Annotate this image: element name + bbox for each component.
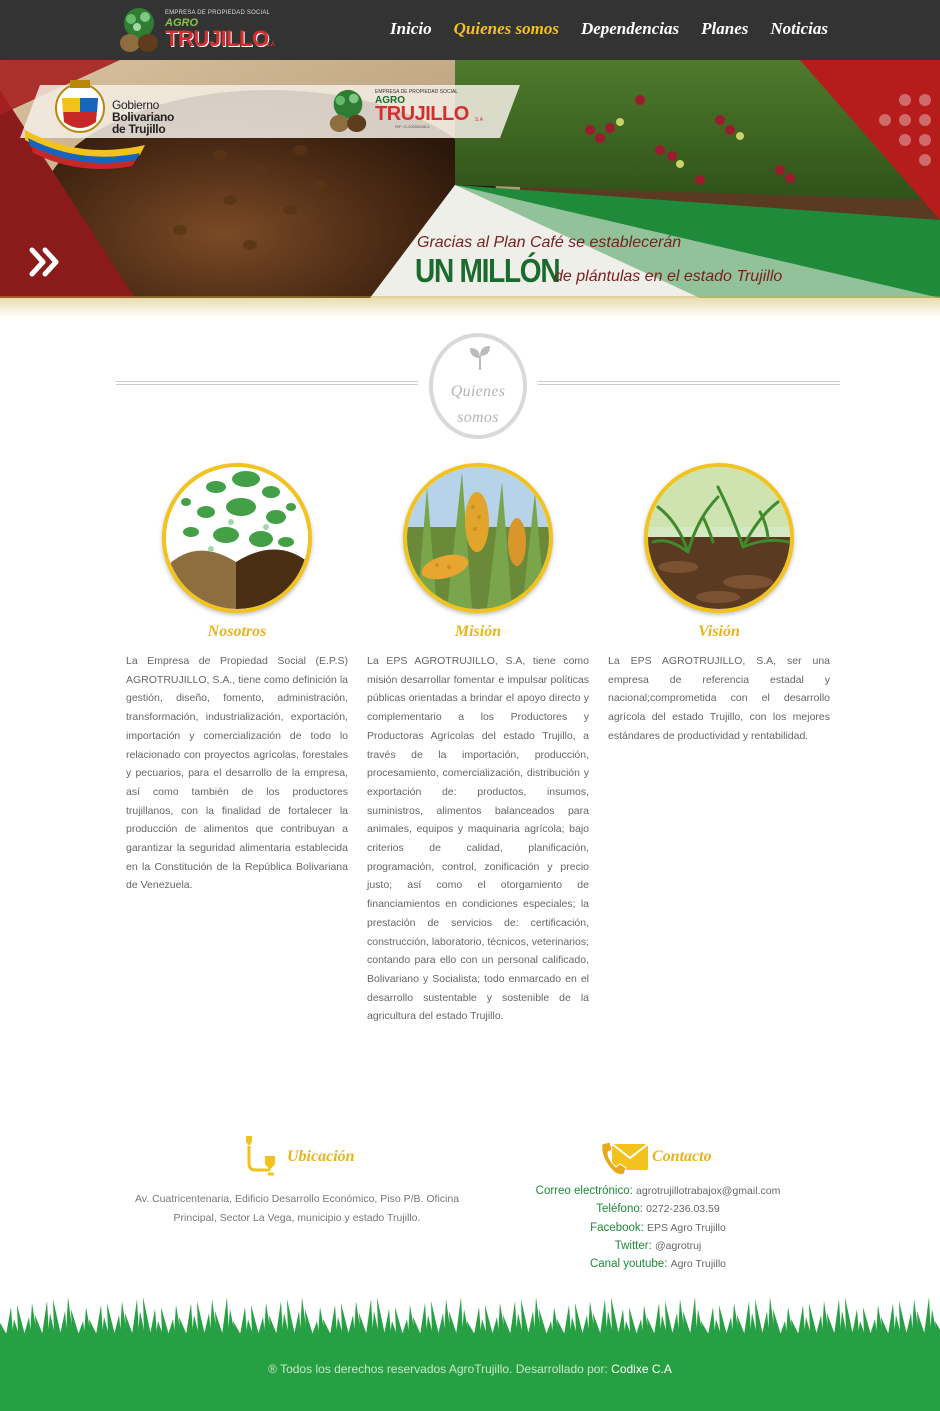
mision-text: La EPS AGROTRUJILLO, S.A, tiene como mis… — [367, 655, 589, 1023]
contact-phone-value[interactable]: 0272-236.03.59 — [646, 1203, 720, 1215]
phone-envelope-icon — [601, 1141, 649, 1176]
hero-banner: Gobierno Bolivariano de Trujillo EMPRESA D… — [0, 60, 940, 298]
vision-text: La EPS AGROTRUJILLO, S.A, ser una empres… — [608, 655, 830, 742]
contact-twitter-value[interactable]: @agrotruj — [655, 1240, 701, 1252]
map-pin-icon — [246, 1136, 275, 1176]
section-title-badge: Quienes somos — [429, 333, 527, 439]
contact-facebook-label: Facebook: — [590, 1221, 644, 1234]
contact-youtube-label: Canal youtube: — [589, 1258, 668, 1271]
nosotros-image — [162, 463, 312, 613]
seedlings-photo — [648, 467, 790, 609]
government-line3: de Trujillo — [112, 122, 166, 136]
contact-facebook-value[interactable]: EPS Agro Trujillo — [647, 1222, 726, 1234]
government-label: Gobierno Bolivariano de Trujillo — [112, 99, 174, 135]
logo-sa: S.A — [265, 42, 276, 48]
vision-title: Visión — [698, 623, 740, 640]
nosotros-text: La Empresa de Propiedad Social (E.P.S) A… — [126, 655, 348, 892]
contact-twitter-label: Twitter: — [614, 1239, 652, 1252]
corn-photo — [407, 467, 549, 609]
section-divider-right — [538, 381, 840, 385]
mision-title: Misión — [454, 623, 502, 640]
location-address: Av. Cuatricentenaria, Edificio Desarroll… — [134, 1193, 460, 1224]
hero-logo-trujillo: TRUJILLO — [375, 103, 469, 125]
footer-copyright: ® Todos los derechos reservados AgroTruj… — [0, 1362, 940, 1376]
logo-trujillo: TRUJILLO — [165, 26, 269, 51]
logo-tree-icon — [120, 8, 158, 52]
copyright-text: ® Todos los derechos reservados AgroTruj… — [268, 1362, 608, 1376]
animals-illustration — [166, 467, 308, 609]
contact-row-youtube: Canal youtube: Agro Trujillo — [478, 1255, 838, 1273]
nav-dependencias[interactable]: Dependencias — [581, 19, 679, 39]
hero-headline-line2: UN MILLÓN — [415, 252, 561, 289]
contact-row-email: Correo electrónico: agrotrujillotrabajox… — [478, 1182, 838, 1200]
nosotros-title: Nosotros — [207, 623, 267, 640]
contact-row-phone: Teléfono: 0272-236.03.59 — [478, 1200, 838, 1218]
hero-headline-line1: Gracias al Plan Café se establecerán — [417, 234, 682, 251]
mision-image — [403, 463, 553, 613]
nav-noticias[interactable]: Noticias — [770, 19, 828, 39]
site-logo[interactable]: EMPRESA DE PROPIEDAD SOCIAL AGRO TRUJILL… — [115, 5, 275, 55]
double-chevron-right-icon[interactable] — [29, 247, 63, 277]
hero-logo-sa: S.A — [475, 117, 484, 123]
logo-tagline: EMPRESA DE PROPIEDAD SOCIAL — [165, 10, 271, 16]
contact-youtube-value[interactable]: Agro Trujillo — [671, 1258, 726, 1270]
vision-image — [644, 463, 794, 613]
developer-link[interactable]: Codixe C.A — [611, 1362, 672, 1376]
hero-headline-line3: de plántulas en el estado Trujillo — [554, 268, 783, 285]
section-title: Quienes somos — [450, 383, 506, 426]
nav-inicio[interactable]: Inicio — [390, 19, 432, 39]
nav-quienes-somos[interactable]: Quienes somos — [454, 19, 559, 39]
hero-logo-rif: RIF: G-20000538-3 — [395, 124, 430, 129]
contact-email-value[interactable]: agrotrujillotrabajox@gmail.com — [636, 1185, 780, 1197]
hero-agrotrujillo-logo: EMPRESA DE PROPIEDAD SOCIAL AGRO TRUJILL… — [325, 87, 495, 135]
top-navbar: EMPRESA DE PROPIEDAD SOCIAL AGRO TRUJILL… — [0, 0, 940, 60]
hero-logo-tree-icon — [329, 89, 367, 133]
location-title: Ubicación — [287, 1148, 355, 1165]
contact-phone-label: Teléfono: — [596, 1203, 643, 1216]
contact-row-twitter: Twitter: @agrotruj — [478, 1237, 838, 1255]
grass-footer — [0, 1297, 940, 1411]
main-nav: Inicio Quienes somos Dependencias Planes… — [390, 19, 828, 39]
contact-list: Correo electrónico: agrotrujillotrabajox… — [478, 1182, 838, 1273]
sprout-icon — [470, 346, 490, 370]
section-divider-left — [116, 381, 418, 385]
nav-planes[interactable]: Planes — [701, 19, 748, 39]
contact-email-label: Correo electrónico: — [535, 1185, 633, 1197]
hero-shadow — [0, 296, 940, 318]
contact-title: Contacto — [652, 1148, 712, 1165]
contact-row-facebook: Facebook: EPS Agro Trujillo — [478, 1219, 838, 1237]
